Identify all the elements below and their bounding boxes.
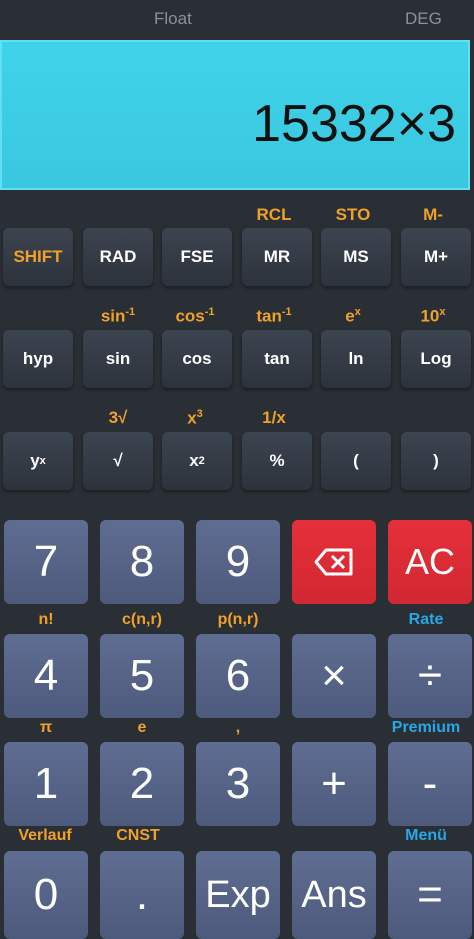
digit-8-button[interactable]: 8	[100, 520, 184, 604]
asin-label: sin-1	[100, 306, 136, 326]
rate-label[interactable]: Rate	[384, 611, 468, 629]
exp-button[interactable]: Exp	[196, 851, 280, 939]
sto-label: STO	[335, 205, 371, 224]
shift-button[interactable]: SHIFT	[3, 228, 73, 286]
permutation-label: p(n,r)	[217, 611, 259, 628]
multiply-button[interactable]: ×	[292, 634, 376, 718]
power-button[interactable]: yx	[3, 432, 73, 490]
hyp-button[interactable]: hyp	[3, 330, 73, 388]
premium-label[interactable]: Premium	[374, 719, 474, 737]
sin-button[interactable]: sin	[83, 330, 153, 388]
pi-label: π	[39, 719, 53, 736]
decimal-button[interactable]: .	[100, 851, 184, 939]
m-plus-button[interactable]: M+	[401, 228, 471, 286]
square-button[interactable]: x2	[162, 432, 232, 490]
ten-power-label: 10x	[420, 306, 446, 326]
percent-button[interactable]: %	[242, 432, 312, 490]
exp-label: ex	[345, 306, 361, 326]
comma-label: ,	[235, 719, 241, 736]
divide-button[interactable]: ÷	[388, 634, 472, 718]
ans-button[interactable]: Ans	[292, 851, 376, 939]
equals-button[interactable]: =	[388, 851, 472, 939]
angle-mode[interactable]: DEG	[405, 9, 442, 29]
factorial-label: n!	[38, 611, 54, 628]
backspace-icon	[314, 548, 353, 576]
digit-7-button[interactable]: 7	[4, 520, 88, 604]
fse-button[interactable]: FSE	[162, 228, 232, 286]
rad-button[interactable]: RAD	[83, 228, 153, 286]
backspace-button[interactable]	[292, 520, 376, 604]
minus-button[interactable]: -	[388, 742, 472, 826]
display-expression: 15332×3	[252, 95, 456, 153]
digit-0-button[interactable]: 0	[4, 851, 88, 939]
history-label[interactable]: Verlauf	[0, 827, 90, 845]
digit-9-button[interactable]: 9	[196, 520, 280, 604]
m-minus-label: M-	[423, 205, 443, 224]
digit-4-button[interactable]: 4	[4, 634, 88, 718]
reciprocal-label: 1/x	[262, 408, 286, 427]
clear-button[interactable]: AC	[388, 520, 472, 604]
mr-button[interactable]: MR	[242, 228, 312, 286]
open-paren-button[interactable]: (	[321, 432, 391, 490]
constants-label[interactable]: CNST	[96, 827, 180, 845]
ln-button[interactable]: ln	[321, 330, 391, 388]
menu-label[interactable]: Menü	[384, 827, 468, 845]
cos-button[interactable]: cos	[162, 330, 232, 388]
close-paren-button[interactable]: )	[401, 432, 471, 490]
digit-5-button[interactable]: 5	[100, 634, 184, 718]
combination-label: c(n,r)	[122, 611, 162, 628]
acos-label: cos-1	[175, 306, 215, 326]
log-button[interactable]: Log	[401, 330, 471, 388]
rcl-label: RCL	[256, 205, 292, 224]
atan-label: tan-1	[256, 306, 292, 326]
cbrt-label: 3√	[108, 408, 128, 427]
cube-label: x3	[187, 408, 203, 428]
plus-button[interactable]: +	[292, 742, 376, 826]
status-bar: Float DEG	[0, 0, 474, 38]
sqrt-button[interactable]: √	[83, 432, 153, 490]
tan-button[interactable]: tan	[242, 330, 312, 388]
euler-label: e	[137, 719, 147, 736]
float-mode[interactable]: Float	[154, 9, 192, 29]
calculator-display: 15332×3	[0, 40, 470, 190]
digit-3-button[interactable]: 3	[196, 742, 280, 826]
digit-2-button[interactable]: 2	[100, 742, 184, 826]
ms-button[interactable]: MS	[321, 228, 391, 286]
digit-6-button[interactable]: 6	[196, 634, 280, 718]
digit-1-button[interactable]: 1	[4, 742, 88, 826]
